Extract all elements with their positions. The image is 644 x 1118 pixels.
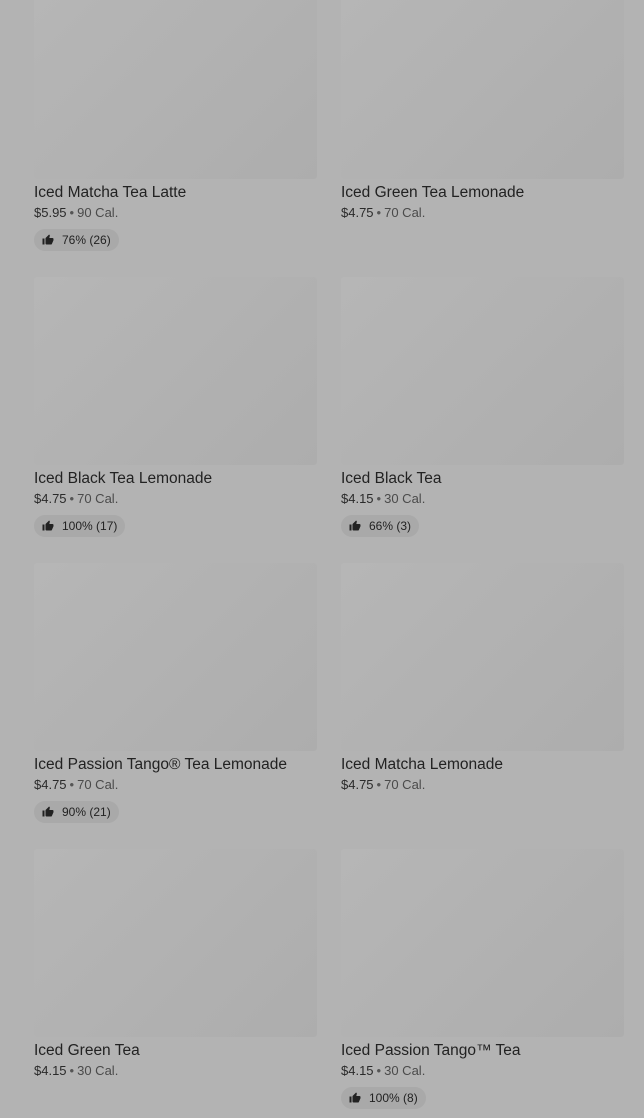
- product-card[interactable]: Iced Green Tea $4.15 • 30 Cal.: [34, 849, 317, 1078]
- product-card[interactable]: Iced Black Tea $4.15 • 30 Cal. 66% (3): [341, 277, 624, 537]
- product-price: $4.15: [341, 1063, 374, 1078]
- product-info: Iced Matcha Lemonade $4.75 • 70 Cal.: [341, 755, 641, 793]
- product-calories: 30 Cal.: [384, 1063, 426, 1078]
- rating-text: 66% (3): [369, 519, 412, 533]
- product-calories: 70 Cal.: [384, 777, 426, 792]
- product-image[interactable]: [341, 849, 624, 1037]
- product-info: Iced Passion Tango® Tea Lemonade $4.75 • 7…: [34, 755, 334, 823]
- rating-text: 100% (17): [62, 519, 118, 533]
- product-name[interactable]: Iced Black Tea Lemonade: [34, 469, 334, 488]
- product-price: $4.75: [34, 777, 67, 792]
- product-meta: $4.15 • 30 Cal.: [34, 1063, 334, 1079]
- separator-dot: •: [69, 777, 75, 792]
- product-price: $4.75: [341, 205, 374, 220]
- rating-text: 90% (21): [62, 805, 111, 819]
- product-card[interactable]: Iced Matcha Lemonade $4.75 • 70 Cal.: [341, 563, 624, 792]
- product-image[interactable]: [341, 0, 624, 179]
- separator-dot: •: [376, 1063, 382, 1078]
- separator-dot: •: [376, 777, 382, 792]
- separator-dot: •: [69, 205, 75, 220]
- product-calories: 70 Cal.: [77, 777, 119, 792]
- product-calories: 70 Cal.: [384, 205, 426, 220]
- product-image[interactable]: [341, 563, 624, 751]
- product-price: $4.75: [341, 777, 374, 792]
- product-price: $4.15: [341, 491, 374, 506]
- product-name[interactable]: Iced Matcha Lemonade: [341, 755, 641, 774]
- separator-dot: •: [69, 491, 75, 506]
- product-image[interactable]: [34, 0, 317, 179]
- product-card[interactable]: Iced Matcha Tea Latte $5.95 • 90 Cal. 76% …: [34, 0, 317, 251]
- product-meta: $4.75 • 70 Cal.: [34, 491, 334, 507]
- product-price: $4.75: [34, 491, 67, 506]
- rating-badge: 100% (17): [34, 515, 126, 537]
- product-name[interactable]: Iced Black Tea: [341, 469, 641, 488]
- product-grid: Iced Matcha Tea Latte $5.95 • 90 Cal. 76% …: [34, 0, 624, 1109]
- thumbs-up-icon: [42, 234, 54, 245]
- product-image[interactable]: [34, 849, 317, 1037]
- product-meta: $5.95 • 90 Cal.: [34, 205, 334, 221]
- separator-dot: •: [376, 205, 382, 220]
- product-info: Iced Green Tea Lemonade $4.75 • 70 Cal.: [341, 183, 641, 221]
- rating-badge: 76% (26): [34, 229, 119, 251]
- product-card[interactable]: Iced Passion Tango™ Tea $4.15 • 30 Cal. 10…: [341, 849, 624, 1109]
- rating-badge: 90% (21): [34, 801, 119, 823]
- product-name[interactable]: Iced Passion Tango™ Tea: [341, 1041, 641, 1060]
- product-info: Iced Passion Tango™ Tea $4.15 • 30 Cal. 10…: [341, 1041, 641, 1109]
- product-meta: $4.75 • 70 Cal.: [341, 205, 641, 221]
- product-card[interactable]: Iced Black Tea Lemonade $4.75 • 70 Cal. 10…: [34, 277, 317, 537]
- product-image[interactable]: [34, 277, 317, 465]
- product-meta: $4.75 • 70 Cal.: [341, 777, 641, 793]
- product-info: Iced Green Tea $4.15 • 30 Cal.: [34, 1041, 334, 1079]
- product-calories: 90 Cal.: [77, 205, 119, 220]
- product-card[interactable]: Iced Green Tea Lemonade $4.75 • 70 Cal.: [341, 0, 624, 220]
- product-name[interactable]: Iced Green Tea Lemonade: [341, 183, 641, 202]
- product-calories: 30 Cal.: [384, 491, 426, 506]
- product-calories: 70 Cal.: [77, 491, 119, 506]
- product-card[interactable]: Iced Passion Tango® Tea Lemonade $4.75 • 7…: [34, 563, 317, 823]
- thumbs-up-icon: [42, 520, 54, 531]
- product-meta: $4.75 • 70 Cal.: [34, 777, 334, 793]
- rating-text: 76% (26): [62, 233, 111, 247]
- product-price: $4.15: [34, 1063, 67, 1078]
- product-price: $5.95: [34, 205, 67, 220]
- product-calories: 30 Cal.: [77, 1063, 119, 1078]
- rating-text: 100% (8): [369, 1091, 418, 1105]
- rating-badge: 100% (8): [341, 1087, 426, 1109]
- rating-badge: 66% (3): [341, 515, 420, 537]
- product-info: Iced Black Tea Lemonade $4.75 • 70 Cal. 10…: [34, 469, 334, 537]
- thumbs-up-icon: [349, 1092, 361, 1103]
- product-info: Iced Matcha Tea Latte $5.95 • 90 Cal. 76% …: [34, 183, 334, 251]
- product-name[interactable]: Iced Matcha Tea Latte: [34, 183, 334, 202]
- product-name[interactable]: Iced Passion Tango® Tea Lemonade: [34, 755, 334, 774]
- product-meta: $4.15 • 30 Cal.: [341, 491, 641, 507]
- product-meta: $4.15 • 30 Cal.: [341, 1063, 641, 1079]
- thumbs-up-icon: [349, 520, 361, 531]
- thumbs-up-icon: [42, 806, 54, 817]
- product-name[interactable]: Iced Green Tea: [34, 1041, 334, 1060]
- product-info: Iced Black Tea $4.15 • 30 Cal. 66% (3): [341, 469, 641, 537]
- product-image[interactable]: [341, 277, 624, 465]
- product-image[interactable]: [34, 563, 317, 751]
- separator-dot: •: [376, 491, 382, 506]
- separator-dot: •: [69, 1063, 75, 1078]
